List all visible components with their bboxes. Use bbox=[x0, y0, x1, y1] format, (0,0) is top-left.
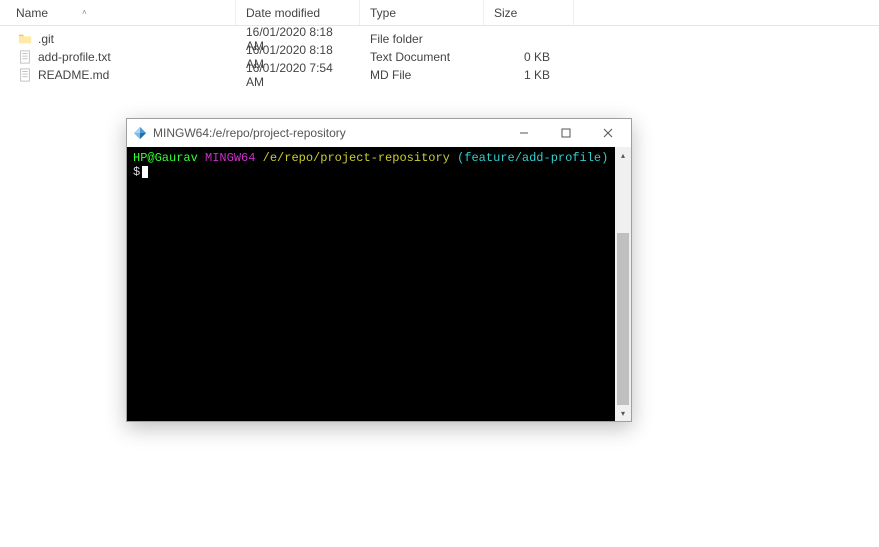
terminal-content[interactable]: HP@Gaurav MINGW64 /e/repo/project-reposi… bbox=[127, 147, 615, 421]
file-icon bbox=[18, 68, 32, 82]
terminal-scrollbar[interactable]: ▴ ▾ bbox=[615, 147, 631, 421]
file-rows: .git 16/01/2020 8:18 AM File folder add-… bbox=[0, 26, 879, 84]
column-size-label: Size bbox=[494, 6, 517, 20]
file-explorer: Name ˄ Date modified Type Size .git 16/0… bbox=[0, 0, 879, 84]
column-date[interactable]: Date modified bbox=[236, 0, 360, 25]
file-size: 1 KB bbox=[484, 68, 574, 82]
scroll-thumb[interactable] bbox=[617, 233, 629, 405]
file-name: .git bbox=[38, 32, 54, 46]
mingw-app-icon bbox=[133, 126, 147, 140]
prompt-path: /e/repo/project-repository bbox=[263, 151, 450, 165]
file-type: Text Document bbox=[360, 50, 484, 64]
table-row[interactable]: .git 16/01/2020 8:18 AM File folder bbox=[0, 30, 879, 48]
scroll-up-icon[interactable]: ▴ bbox=[615, 147, 631, 163]
file-date: 16/01/2020 7:54 AM bbox=[236, 61, 360, 89]
table-row[interactable]: add-profile.txt 16/01/2020 8:18 AM Text … bbox=[0, 48, 879, 66]
folder-icon bbox=[18, 32, 32, 46]
minimize-button[interactable] bbox=[503, 119, 545, 147]
scroll-track[interactable] bbox=[615, 163, 631, 405]
terminal-titlebar[interactable]: MINGW64:/e/repo/project-repository bbox=[127, 119, 631, 147]
column-name-label: Name bbox=[16, 6, 48, 20]
file-name: README.md bbox=[38, 68, 109, 82]
column-size[interactable]: Size bbox=[484, 0, 574, 25]
column-date-label: Date modified bbox=[246, 6, 320, 20]
column-type-label: Type bbox=[370, 6, 396, 20]
sort-ascending-icon: ˄ bbox=[82, 8, 87, 17]
maximize-button[interactable] bbox=[545, 119, 587, 147]
terminal-window: MINGW64:/e/repo/project-repository HP@Ga… bbox=[126, 118, 632, 422]
prompt-branch: (feature/add-profile) bbox=[457, 151, 608, 165]
prompt-user: HP@Gaurav bbox=[133, 151, 198, 165]
table-row[interactable]: README.md 16/01/2020 7:54 AM MD File 1 K… bbox=[0, 66, 879, 84]
file-type: File folder bbox=[360, 32, 484, 46]
prompt-env: MINGW64 bbox=[205, 151, 255, 165]
file-icon bbox=[18, 50, 32, 64]
file-size: 0 KB bbox=[484, 50, 574, 64]
column-headers: Name ˄ Date modified Type Size bbox=[0, 0, 879, 26]
prompt-symbol: $ bbox=[133, 165, 140, 179]
close-button[interactable] bbox=[587, 119, 629, 147]
file-type: MD File bbox=[360, 68, 484, 82]
terminal-cursor bbox=[142, 166, 148, 178]
terminal-body: HP@Gaurav MINGW64 /e/repo/project-reposi… bbox=[127, 147, 631, 421]
scroll-down-icon[interactable]: ▾ bbox=[615, 405, 631, 421]
column-name[interactable]: Name ˄ bbox=[0, 0, 236, 25]
terminal-title: MINGW64:/e/repo/project-repository bbox=[153, 126, 346, 140]
column-type[interactable]: Type bbox=[360, 0, 484, 25]
file-name: add-profile.txt bbox=[38, 50, 111, 64]
